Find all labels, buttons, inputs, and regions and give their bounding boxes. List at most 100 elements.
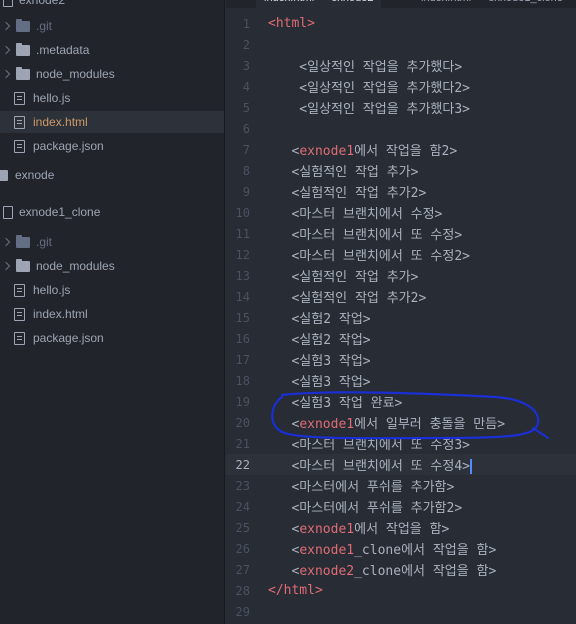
file-icon xyxy=(14,139,25,153)
code-line[interactable]: 5 <일상적인 작업을 추가했다3> xyxy=(226,97,576,118)
file-icon xyxy=(14,283,25,297)
tree-item-package-json[interactable]: package.json xyxy=(0,327,224,349)
tree-item-git[interactable]: .git xyxy=(0,15,224,37)
tree-item-metadata[interactable]: .metadata xyxy=(0,39,224,61)
code-line[interactable]: 1 <html> xyxy=(226,13,576,34)
code-line[interactable]: 25 <exnode1에서 작업을 함> xyxy=(226,517,576,538)
tree-item-node-modules[interactable]: node_modules xyxy=(0,63,224,85)
code-token: <마스터 브랜치에서 또 수정4> xyxy=(268,459,471,474)
code-token: 에서 일부러 충돌을 만듬> xyxy=(354,417,506,432)
line-number: 1 xyxy=(242,16,250,31)
tree-item-index-html[interactable]: index.html xyxy=(0,303,224,325)
code-line[interactable]: 9 <실험적인 작업 추가2> xyxy=(226,181,576,202)
chevron-right-icon[interactable] xyxy=(2,68,12,80)
code-line[interactable]: 13 <실험적인 작업 추가> xyxy=(226,265,576,286)
code-token: < xyxy=(268,144,300,159)
tree-item-exnode2[interactable]: exnode2 xyxy=(0,0,224,11)
repo-icon xyxy=(3,0,13,7)
tree-item-label: exnode1_clone xyxy=(19,205,101,219)
line-number: 29 xyxy=(235,604,250,619)
tree-item-hello-js[interactable]: hello.js xyxy=(0,87,224,109)
code-line[interactable]: 17 <실험3 작업> xyxy=(226,349,576,370)
line-number: 22 xyxy=(235,457,250,472)
line-number: 11 xyxy=(235,226,250,241)
code-line[interactable]: 26 <exnode1_clone에서 작업을 함> xyxy=(226,538,576,559)
code-text: <exnode1에서 일부러 충돌을 만듬> xyxy=(268,413,505,432)
tree-item-node-modules[interactable]: node_modules xyxy=(0,255,224,277)
code-line[interactable]: 22 <마스터 브랜치에서 또 수정4> xyxy=(226,454,576,475)
folder-icon xyxy=(16,42,30,56)
code-line[interactable]: 4 <일상적인 작업을 추가했다2> xyxy=(226,76,576,97)
code-editor[interactable]: 1 <html> 2 3 <일상적인 작업을 추가했다> 4 <일상적인 작업을 추가했… xyxy=(226,8,576,624)
code-line[interactable]: 28 </html> xyxy=(226,580,576,601)
code-line[interactable]: 7 <exnode1에서 작업을 함2> xyxy=(226,139,576,160)
tree-item-label: .git xyxy=(36,235,53,249)
code-token: <실험적인 작업 추가2> xyxy=(268,291,427,306)
line-number: 24 xyxy=(235,499,250,514)
code-line[interactable]: 3 <일상적인 작업을 추가했다> xyxy=(226,55,576,76)
code-line[interactable]: 27 <exnode2_clone에서 작업을 함> xyxy=(226,559,576,580)
tab-index-html-exnode2[interactable]: index.html — exnode2 xyxy=(256,0,382,8)
code-line[interactable]: 14 <실험적인 작업 추가2> xyxy=(226,286,576,307)
code-token: <마스터 브랜치에서 또 수정3> xyxy=(268,438,471,453)
code-line[interactable]: 18 <실험3 작업> xyxy=(226,370,576,391)
tree-item-index-html[interactable]: index.html xyxy=(0,111,224,133)
code-line[interactable]: 29 xyxy=(226,601,576,622)
tree-item-label: .git xyxy=(36,19,53,33)
code-line[interactable]: 20 <exnode1에서 일부러 충돌을 만듬> xyxy=(226,412,576,433)
tree-item-exnode[interactable]: exnode xyxy=(0,164,224,186)
chevron-right-icon[interactable] xyxy=(2,20,12,32)
line-number: 26 xyxy=(235,541,250,556)
code-line[interactable]: 21 <마스터 브랜치에서 또 수정3> xyxy=(226,433,576,454)
chevron-right-icon[interactable] xyxy=(2,44,12,56)
code-token: 에서 작업을 함2> xyxy=(354,144,458,159)
chevron-right-icon[interactable] xyxy=(2,260,12,272)
line-number: 4 xyxy=(242,79,250,94)
code-text: <exnode2_clone에서 작업을 함> xyxy=(268,560,496,579)
code-line[interactable]: 16 <실험2 작업> xyxy=(226,328,576,349)
code-keyword: exnode2 xyxy=(299,564,355,579)
tree-item-hello-js[interactable]: hello.js xyxy=(0,279,224,301)
code-line[interactable]: 19 <실험3 작업 완료> xyxy=(226,391,576,412)
code-line[interactable]: 12 <마스터 브랜치에서 또 수정2> xyxy=(226,244,576,265)
code-text: <html> xyxy=(268,16,315,31)
code-keyword: </html> xyxy=(268,583,323,598)
code-keyword: exnode1 xyxy=(299,522,355,537)
code-token: <일상적인 작업을 추가했다> xyxy=(268,60,463,75)
code-token: <마스터에서 푸쉬를 추가함> xyxy=(268,480,455,495)
code-line[interactable]: 6 xyxy=(226,118,576,139)
code-token: <마스터에서 푸쉬를 추가함2> xyxy=(268,501,463,516)
code-line[interactable]: 8 <실험적인 작업 추가> xyxy=(226,160,576,181)
tree-view: exnode2 .git .metadata node_modules hello.js… xyxy=(0,0,225,624)
code-line[interactable]: 24 <마스터에서 푸쉬를 추가함2> xyxy=(226,496,576,517)
folder-icon xyxy=(16,66,30,80)
code-text: <실험3 작업> xyxy=(268,371,370,390)
text-cursor xyxy=(470,459,472,474)
file-icon xyxy=(14,331,25,345)
folder-icon xyxy=(0,169,8,181)
tree-item-exnode1-clone[interactable]: exnode1_clone xyxy=(0,201,224,223)
line-number: 23 xyxy=(235,478,250,493)
code-text: <실험적인 작업 추가> xyxy=(268,266,418,285)
code-text: <일상적인 작업을 추가했다2> xyxy=(268,77,470,96)
line-number: 12 xyxy=(235,247,250,262)
tree-item-git[interactable]: .git xyxy=(0,231,224,253)
code-keyword: exnode1 xyxy=(299,144,355,159)
code-token: <마스터 브랜치에서 수정> xyxy=(268,207,443,222)
code-token: _clone에서 작업을 함> xyxy=(354,564,497,579)
code-line[interactable]: 11 <마스터 브랜치에서 또 수정> xyxy=(226,223,576,244)
line-number: 15 xyxy=(235,310,250,325)
code-text: <일상적인 작업을 추가했다3> xyxy=(268,98,470,117)
code-line[interactable]: 23 <마스터에서 푸쉬를 추가함> xyxy=(226,475,576,496)
tab-index-html-exnode1-clone[interactable]: index.html — exnode1_clone xyxy=(421,0,563,8)
code-line[interactable]: 2 xyxy=(226,34,576,55)
line-number: 25 xyxy=(235,520,250,535)
tree-item-package-json[interactable]: package.json xyxy=(0,135,224,157)
chevron-right-icon[interactable] xyxy=(2,236,12,248)
line-number: 2 xyxy=(242,37,250,52)
code-token: <마스터 브랜치에서 또 수정2> xyxy=(268,249,471,264)
tree-item-label: index.html xyxy=(33,115,88,129)
code-line[interactable]: 15 <실험2 작업> xyxy=(226,307,576,328)
code-text: <마스터 브랜치에서 또 수정> xyxy=(268,224,462,243)
code-line[interactable]: 10 <마스터 브랜치에서 수정> xyxy=(226,202,576,223)
